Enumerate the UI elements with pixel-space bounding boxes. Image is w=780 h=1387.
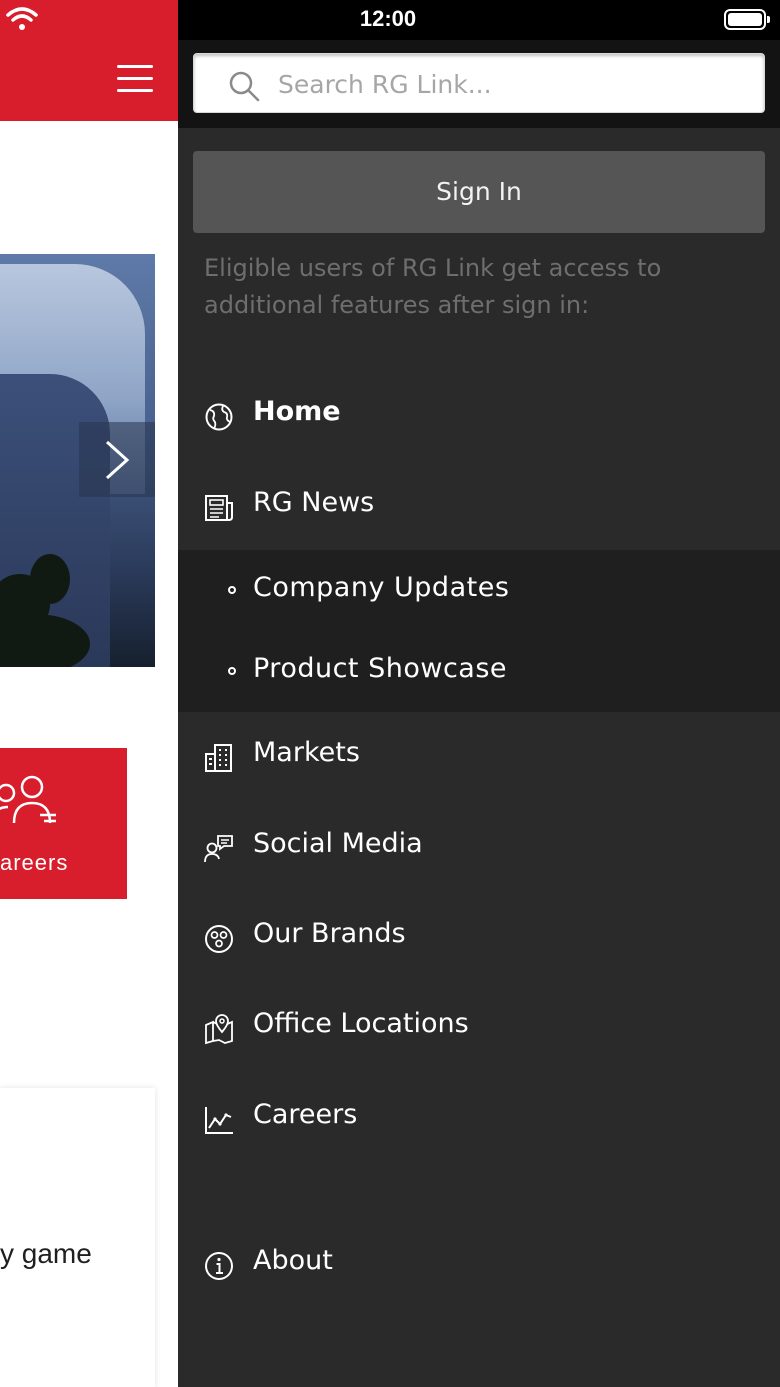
nav-label-markets: Markets	[253, 737, 360, 768]
careers-tile-label: areers	[0, 850, 69, 875]
status-bar: 12:00	[178, 0, 780, 40]
nav-item-careers[interactable]: Careers	[178, 1081, 780, 1161]
nav-item-office-locations[interactable]: Office Locations	[178, 990, 780, 1070]
carousel-next-button[interactable]	[79, 422, 155, 497]
nav-item-markets[interactable]: Markets	[178, 719, 780, 799]
nav-label-our-brands: Our Brands	[253, 918, 406, 949]
nav-label-social-media: Social Media	[253, 828, 423, 859]
buildings-icon	[205, 744, 232, 772]
submenu-label-company-updates: Company Updates	[253, 572, 510, 603]
search-field[interactable]	[193, 53, 765, 113]
sign-in-button[interactable]: Sign In	[193, 151, 765, 233]
nav-item-social-media[interactable]: Social Media	[178, 810, 780, 890]
newspaper-icon	[205, 495, 233, 521]
map-pin-icon	[205, 1014, 233, 1045]
nav-label-office-locations: Office Locations	[253, 1008, 469, 1039]
globe-icon	[205, 403, 233, 431]
navigation-drawer: Sign In Eligible users of RG Link get ac…	[178, 40, 780, 1387]
nav-label-about: About	[253, 1245, 333, 1276]
bullet-icon	[228, 586, 236, 594]
submenu-item-product-showcase[interactable]: Product Showcase	[178, 631, 780, 711]
search-input[interactable]	[278, 62, 748, 106]
submenu-item-company-updates[interactable]: Company Updates	[178, 550, 780, 630]
chat-person-icon	[204, 835, 233, 863]
status-time: 12:00	[359, 6, 417, 31]
app-header	[0, 0, 178, 121]
hero-carousel	[0, 254, 155, 667]
brands-circle-icon	[205, 925, 233, 953]
submenu-label-product-showcase: Product Showcase	[253, 653, 508, 684]
people-icon	[0, 775, 56, 824]
search-bar	[178, 40, 780, 128]
nav-item-rg-news[interactable]: RG News	[178, 469, 780, 549]
sign-in-notice: Eligible users of RG Link get access to …	[204, 254, 662, 319]
wifi-icon	[6, 7, 38, 30]
nav-item-our-brands[interactable]: Our Brands	[178, 900, 780, 980]
nav-label-home: Home	[253, 396, 341, 427]
content-card-text: y game	[0, 1238, 92, 1269]
battery-icon	[724, 9, 770, 30]
nav-item-home[interactable]: Home	[178, 378, 780, 458]
line-chart-icon	[205, 1107, 233, 1134]
bullet-icon	[228, 667, 236, 675]
chevron-right-icon	[105, 440, 130, 480]
info-icon	[205, 1252, 233, 1280]
nav-label-rg-news: RG News	[253, 487, 375, 518]
nav-item-about[interactable]: About	[178, 1227, 780, 1307]
menu-icon[interactable]	[117, 63, 155, 95]
rg-news-submenu: Company Updates Product Showcase	[178, 550, 780, 712]
background-page: areers y game	[0, 0, 178, 1387]
careers-tile[interactable]	[0, 748, 127, 899]
search-icon	[229, 71, 260, 102]
nav-label-careers: Careers	[253, 1099, 358, 1130]
